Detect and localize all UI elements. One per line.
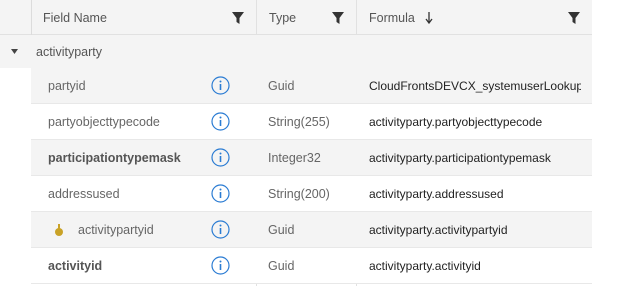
info-icon[interactable] (211, 148, 230, 167)
info-icon[interactable] (211, 76, 230, 95)
field-name-cell: participationtypemask (48, 140, 181, 176)
column-header-field-name[interactable]: Field Name (31, 0, 256, 35)
column-header-formula[interactable]: Formula (357, 0, 592, 35)
table-row[interactable]: partyid Guid CloudFrontsDEVCX_systemuserLo… (31, 68, 592, 104)
table-row[interactable]: addressused String(200) activityparty.addr… (31, 176, 592, 212)
header-spacer (0, 0, 31, 35)
collapse-caret-icon[interactable] (11, 49, 18, 55)
type-cell: Integer32 (268, 151, 321, 165)
info-icon[interactable] (211, 112, 230, 131)
field-name-label: partyobjecttypecode (48, 115, 160, 129)
column-header-label: Formula (369, 10, 415, 25)
formula-cell: activityparty.activityid (369, 259, 481, 273)
filter-icon[interactable] (567, 11, 581, 25)
group-row[interactable]: activityparty (0, 35, 592, 68)
formula-cell: activityparty.activitypartyid (369, 223, 508, 237)
formula-cell: CloudFrontsDEVCX_systemuserLookup.system… (369, 79, 581, 93)
formula-cell: activityparty.addressused (369, 187, 504, 201)
field-name-cell: activitypartyid (48, 212, 154, 248)
field-name-label: participationtypemask (48, 151, 181, 165)
table-row[interactable]: partyobjecttypecode String(255) activitypa… (31, 104, 592, 140)
formula-cell: activityparty.participationtypemask (369, 151, 551, 165)
field-name-cell: activityid (48, 248, 102, 284)
filter-icon[interactable] (231, 11, 245, 25)
group-label: activityparty (36, 44, 102, 59)
type-cell: String(255) (268, 115, 330, 129)
field-name-label: partyid (48, 79, 86, 93)
field-name-label: addressused (48, 187, 120, 201)
info-icon[interactable] (211, 184, 230, 203)
table-row[interactable]: participationtypemask Integer32 activitypa… (31, 140, 592, 176)
table-row[interactable]: activitypartyid Guid activityparty.activit… (31, 212, 592, 248)
field-name-cell: partyid (48, 68, 86, 104)
field-name-label: activitypartyid (78, 223, 154, 237)
info-icon[interactable] (211, 220, 230, 239)
fields-grid: Field Name Type Formula activityparty pa… (0, 0, 629, 286)
type-cell: String(200) (268, 187, 330, 201)
type-cell: Guid (268, 223, 295, 237)
primary-key-icon (55, 224, 63, 236)
filter-icon[interactable] (331, 11, 345, 25)
column-header-label: Type (269, 10, 297, 25)
field-name-label: activityid (48, 259, 103, 273)
type-cell: Guid (268, 79, 295, 93)
type-cell: Guid (268, 259, 295, 273)
sort-descending-icon[interactable] (425, 12, 433, 24)
column-header-type[interactable]: Type (257, 0, 356, 35)
info-icon[interactable] (211, 256, 230, 275)
field-name-cell: partyobjecttypecode (48, 104, 160, 140)
formula-cell: activityparty.partyobjecttypecode (369, 115, 543, 129)
field-name-cell: addressused (48, 176, 120, 212)
table-row[interactable]: activityid Guid activityparty.activityid (31, 248, 592, 284)
column-header-label: Field Name (43, 10, 107, 25)
